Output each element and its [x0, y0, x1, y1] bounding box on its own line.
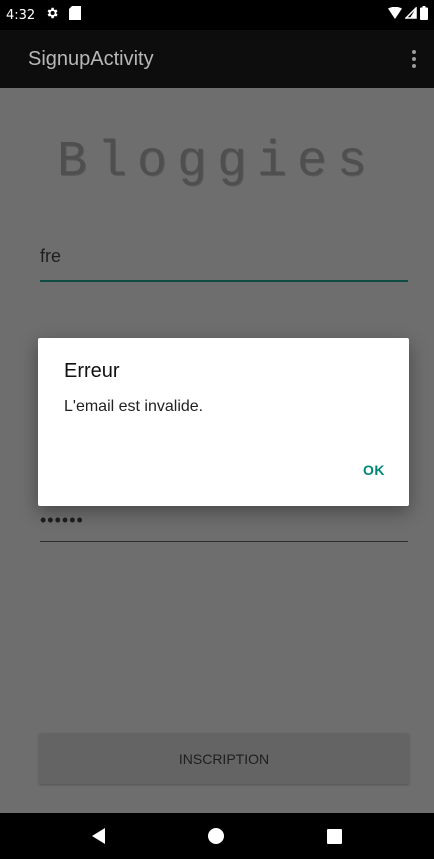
signal-icon	[404, 6, 417, 23]
recents-icon[interactable]	[327, 828, 343, 844]
battery-icon	[420, 6, 428, 24]
status-bar: 4:32	[0, 0, 434, 30]
back-icon[interactable]	[91, 828, 105, 844]
password-input[interactable]: ••••••	[40, 500, 408, 542]
status-left: 4:32	[6, 6, 82, 24]
wifi-icon	[388, 6, 402, 23]
home-icon[interactable]	[207, 828, 224, 844]
settings-icon	[45, 6, 59, 24]
signup-button[interactable]: INSCRIPTION	[39, 733, 409, 784]
app-bar: SignupActivity	[0, 30, 434, 88]
dialog-message: L'email est invalide.	[64, 398, 204, 415]
status-right	[388, 6, 428, 24]
status-time: 4:32	[6, 7, 36, 23]
error-dialog: Erreur L'email est invalide. OK	[38, 338, 409, 506]
dialog-title: Erreur	[64, 360, 120, 382]
sd-card-icon	[69, 6, 82, 24]
overflow-menu-icon[interactable]	[408, 46, 420, 72]
navigation-bar	[0, 813, 434, 859]
username-input[interactable]: fre	[40, 242, 408, 282]
app-logo: Bloggies	[56, 134, 378, 191]
dialog-ok-button[interactable]: OK	[363, 462, 385, 478]
app-title: SignupActivity	[28, 47, 154, 70]
